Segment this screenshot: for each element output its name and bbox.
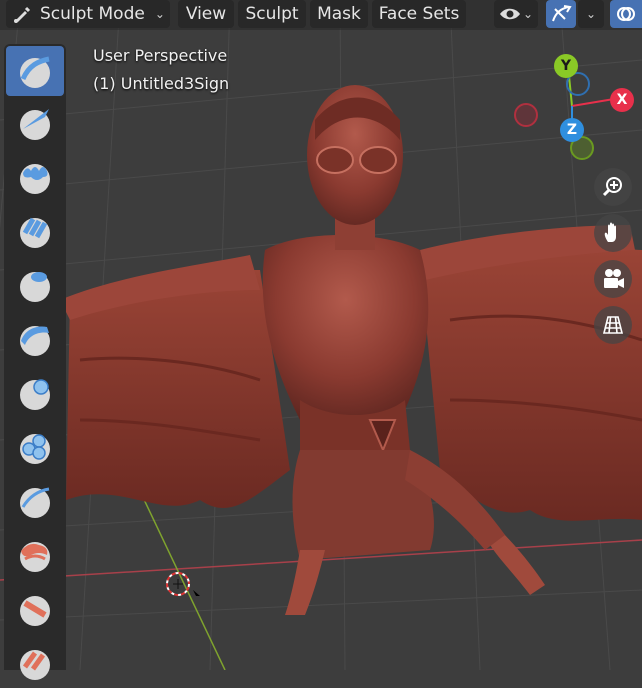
brush-icon	[12, 4, 32, 24]
gizmo-dropdown[interactable]: ⌄	[578, 0, 604, 28]
tool-smooth[interactable]	[6, 530, 64, 580]
clay-strips-brush-icon	[20, 217, 50, 248]
tool-flatten[interactable]	[6, 584, 64, 634]
menu-sculpt-label: Sculpt	[245, 4, 299, 24]
clay-thumb-brush-icon	[20, 272, 50, 302]
sculpt-toolbar	[4, 44, 66, 680]
gizmo-axis-x[interactable]: X	[610, 88, 634, 112]
chevron-down-icon: ⌄	[522, 7, 534, 21]
smooth-brush-icon	[20, 542, 50, 572]
flatten-brush-icon	[20, 596, 50, 626]
perspective-grid-icon	[602, 316, 624, 334]
menu-mask[interactable]: Mask	[310, 0, 368, 28]
clay-brush-icon	[20, 164, 50, 194]
blob-brush-icon	[20, 434, 50, 464]
layer-brush-icon	[20, 326, 50, 356]
zoom-button[interactable]	[594, 168, 632, 206]
mode-selector[interactable]: Sculpt Mode ⌄	[6, 0, 170, 28]
gizmo-toggle[interactable]	[546, 0, 576, 28]
eye-icon	[499, 6, 521, 22]
chevron-down-icon: ⌄	[154, 7, 165, 21]
tool-draw[interactable]	[6, 46, 64, 96]
gizmo-axis-y[interactable]: Y	[554, 54, 578, 78]
crease-brush-icon	[20, 487, 50, 518]
overlay-toggle[interactable]	[610, 0, 642, 28]
gizmo-axis-neg-x[interactable]	[514, 103, 538, 127]
perspective-toggle-button[interactable]	[594, 306, 632, 344]
tool-draw-sharp[interactable]	[6, 98, 64, 148]
zoom-icon	[602, 177, 622, 197]
active-object-label: (1) Untitled3Sign	[93, 74, 230, 93]
gizmo-axis-z[interactable]: Z	[560, 118, 584, 142]
tool-fill[interactable]	[6, 638, 64, 688]
tool-clay-strips[interactable]	[6, 206, 64, 256]
view-perspective-label: User Perspective	[93, 46, 228, 65]
camera-icon	[604, 269, 624, 288]
draw-sharp-brush-icon	[20, 109, 50, 140]
tool-inflate[interactable]	[6, 368, 64, 418]
menu-face-sets[interactable]: Face Sets	[372, 0, 466, 28]
fill-brush-icon	[20, 650, 50, 680]
chevron-down-icon: ⌄	[585, 7, 597, 21]
navigation-gizmo[interactable]: Y X Z	[508, 50, 642, 160]
tool-clay-thumb[interactable]	[6, 260, 64, 310]
menu-sculpt[interactable]: Sculpt	[238, 0, 306, 28]
gizmo-icon	[550, 4, 572, 24]
tool-crease[interactable]	[6, 476, 64, 526]
menu-view[interactable]: View	[178, 0, 234, 28]
tool-blob[interactable]	[6, 422, 64, 472]
mode-label: Sculpt Mode	[40, 4, 145, 24]
visibility-dropdown[interactable]: ⌄	[494, 0, 538, 28]
tool-clay[interactable]	[6, 152, 64, 202]
tool-layer[interactable]	[6, 314, 64, 364]
inflate-brush-icon	[20, 379, 50, 410]
menu-view-label: View	[185, 4, 227, 24]
pan-button[interactable]	[594, 214, 632, 252]
menu-mask-label: Mask	[317, 4, 361, 24]
menu-face-sets-label: Face Sets	[378, 4, 460, 24]
draw-brush-icon	[20, 56, 50, 88]
camera-view-button[interactable]	[594, 260, 632, 298]
viewport-header: Sculpt Mode ⌄ View Sculpt Mask Face Sets…	[0, 0, 642, 30]
overlay-icon	[616, 4, 636, 24]
hand-pan-icon	[604, 222, 616, 242]
